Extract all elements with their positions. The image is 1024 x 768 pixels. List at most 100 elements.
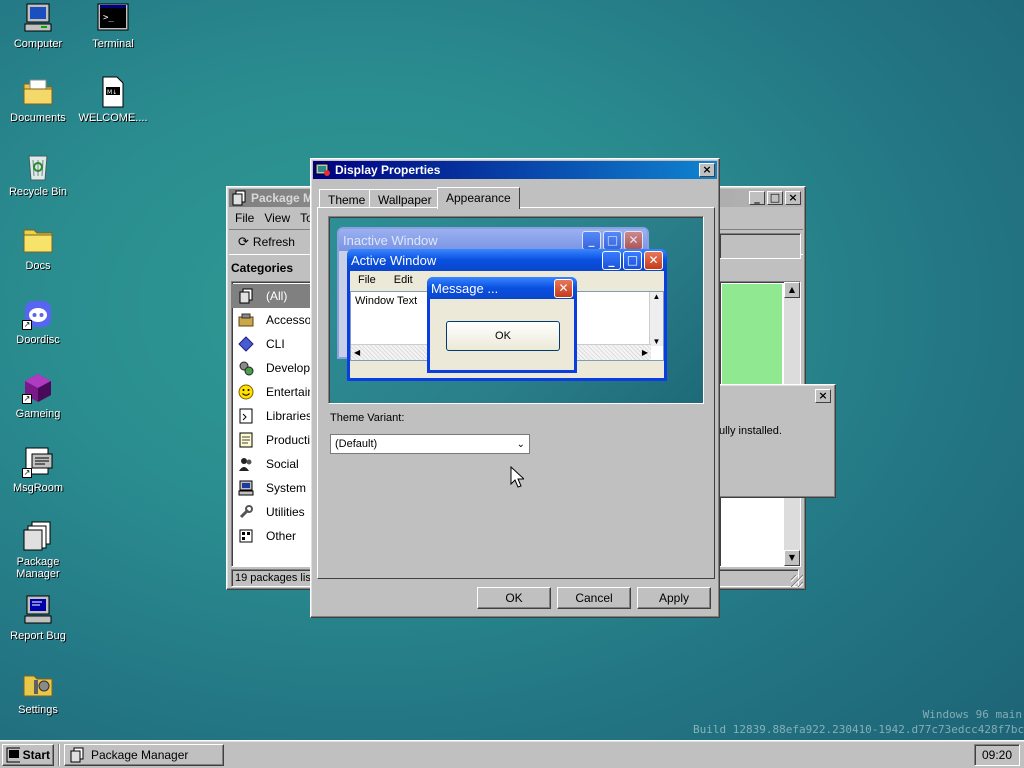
display-properties-window[interactable]: Display Properties × Theme Wallpaper App… — [310, 158, 720, 618]
category-development[interactable]: Developm — [232, 356, 316, 380]
preview-inactive-title: Inactive Window — [343, 232, 438, 248]
category-other[interactable]: Other — [232, 524, 316, 548]
minimize-icon: _ — [602, 250, 621, 270]
ok-button[interactable]: OK — [477, 587, 551, 609]
desktop-icon-terminal[interactable]: >_ Terminal — [75, 2, 151, 50]
refresh-label: Refresh — [252, 235, 295, 249]
desktop-icon-label: WELCOME.... — [78, 112, 148, 124]
resize-grip-icon[interactable] — [791, 575, 803, 587]
desktop-icon-welcome[interactable]: M↓ WELCOME.... — [75, 76, 151, 124]
report-bug-icon — [22, 594, 54, 626]
system-tray-clock[interactable]: 09:20 — [974, 744, 1020, 766]
development-icon — [238, 360, 254, 376]
cancel-button[interactable]: Cancel — [557, 587, 631, 609]
productivity-icon — [238, 432, 254, 448]
close-button[interactable]: × — [815, 389, 831, 403]
close-button[interactable]: × — [785, 191, 801, 205]
desktop-icon-report-bug[interactable]: Report Bug — [0, 594, 76, 642]
preview-message-titlebar: Message ... ✕ — [427, 277, 577, 299]
scroll-up-button[interactable]: ▲ — [784, 282, 800, 298]
desktop-icon-label: Settings — [18, 704, 58, 716]
settings-icon — [22, 668, 54, 700]
desktop-icon-settings[interactable]: Settings — [0, 668, 76, 716]
taskbar: Start Package Manager 09:20 — [0, 740, 1024, 768]
category-entertainment[interactable]: Entertainm — [232, 380, 316, 404]
display-properties-icon — [315, 163, 330, 176]
gameing-icon: ↗ — [22, 372, 54, 404]
status-text: 19 packages liste — [235, 572, 320, 584]
system-icon — [238, 480, 254, 496]
utilities-icon — [238, 504, 254, 520]
desktop-icon-label: Computer — [13, 38, 63, 50]
package-manager-icon — [22, 520, 54, 552]
category-social[interactable]: Social — [232, 452, 316, 476]
accessories-icon — [238, 312, 254, 328]
display-properties-titlebar[interactable]: Display Properties × — [313, 161, 717, 179]
taskbar-item-package-manager[interactable]: Package Manager — [64, 744, 224, 766]
theme-variant-select[interactable]: (Default) ⌄ — [330, 434, 530, 454]
desktop-icon-label: Package Manager — [16, 556, 60, 580]
category-label: System — [266, 481, 307, 495]
other-icon — [238, 528, 254, 544]
terminal-icon: >_ — [97, 2, 129, 34]
desktop-icon-computer[interactable]: Computer — [0, 2, 76, 50]
tab-appearance[interactable]: Appearance — [437, 187, 520, 209]
preview-message-title: Message ... — [431, 280, 499, 296]
apply-button[interactable]: Apply — [637, 587, 711, 609]
start-logo-icon — [6, 747, 20, 763]
theme-variant-label: Theme Variant: — [330, 412, 405, 424]
scroll-down-button[interactable]: ▼ — [784, 550, 800, 566]
close-icon: ✕ — [644, 250, 663, 270]
preview-menu-file: File — [358, 274, 376, 286]
tab-wallpaper[interactable]: Wallpaper — [369, 189, 441, 209]
desktop-icon-documents[interactable]: Documents — [0, 76, 76, 124]
menu-file[interactable]: File — [235, 211, 254, 225]
doordisc-icon: ↗ — [22, 298, 54, 330]
folder-icon — [22, 224, 54, 256]
preview-active-title: Active Window — [351, 252, 437, 268]
watermark-line-1: Windows 96 main — [922, 708, 1022, 721]
desktop-icon-doordisc[interactable]: ↗ Doordisc — [0, 298, 76, 346]
category-all[interactable]: (All) — [232, 284, 316, 308]
close-icon: ✕ — [554, 278, 573, 298]
category-libraries[interactable]: Libraries — [232, 404, 316, 428]
maximize-button[interactable]: □ — [767, 191, 783, 205]
minimize-button[interactable]: _ — [749, 191, 765, 205]
chevron-down-icon: ⌄ — [516, 438, 525, 450]
menu-view[interactable]: View — [264, 211, 290, 225]
desktop-icon-label: Docs — [25, 260, 51, 272]
close-button[interactable]: × — [699, 163, 715, 177]
start-button[interactable]: Start — [2, 744, 54, 766]
dialog-titlebar[interactable]: × — [719, 387, 833, 405]
desktop-icon-package-manager[interactable]: Package Manager — [0, 520, 76, 580]
category-system[interactable]: System — [232, 476, 316, 500]
category-accessories[interactable]: Accessori — [232, 308, 316, 332]
preview-vscroll: ▲ ▼ — [649, 292, 663, 346]
cli-icon — [238, 336, 254, 352]
category-label: Other — [266, 529, 297, 543]
desktop-icon-label: Gameing — [15, 408, 61, 420]
desktop-icon-gameing[interactable]: ↗ Gameing — [0, 372, 76, 420]
category-utilities[interactable]: Utilities — [232, 500, 316, 524]
window-title: Display Properties — [335, 163, 441, 177]
category-cli[interactable]: CLI — [232, 332, 316, 356]
tab-theme[interactable]: Theme — [319, 189, 375, 209]
markdown-file-icon: M↓ — [97, 76, 129, 108]
tab-strip: Theme Wallpaper Appearance — [319, 187, 715, 209]
desktop-icon-docs[interactable]: Docs — [0, 224, 76, 272]
appearance-preview: Inactive Window _ □ ✕ Active Window _ □ … — [328, 216, 704, 404]
watermark-line-2: Build 12839.88efa922.230410-1942.d77c73e… — [693, 723, 1024, 736]
desktop-icon-label: Terminal — [92, 38, 134, 50]
category-productivity[interactable]: Productivi — [232, 428, 316, 452]
preview-inactive-titlebar: Inactive Window _ □ ✕ — [339, 229, 647, 251]
maximize-icon: □ — [623, 250, 642, 270]
theme-variant-value: (Default) — [335, 438, 378, 450]
refresh-button[interactable]: ⟳ Refresh — [233, 232, 300, 252]
preview-active-titlebar: Active Window _ □ ✕ — [347, 249, 667, 271]
svg-text:>_: >_ — [103, 13, 114, 23]
desktop-icon-msgroom[interactable]: ↗ MsgRoom — [0, 446, 76, 494]
minimize-icon: _ — [582, 230, 601, 250]
category-label: Utilities — [266, 505, 305, 519]
desktop-icon-recycle-bin[interactable]: Recycle Bin — [0, 150, 76, 198]
install-complete-dialog[interactable]: × ully installed. — [716, 384, 836, 498]
